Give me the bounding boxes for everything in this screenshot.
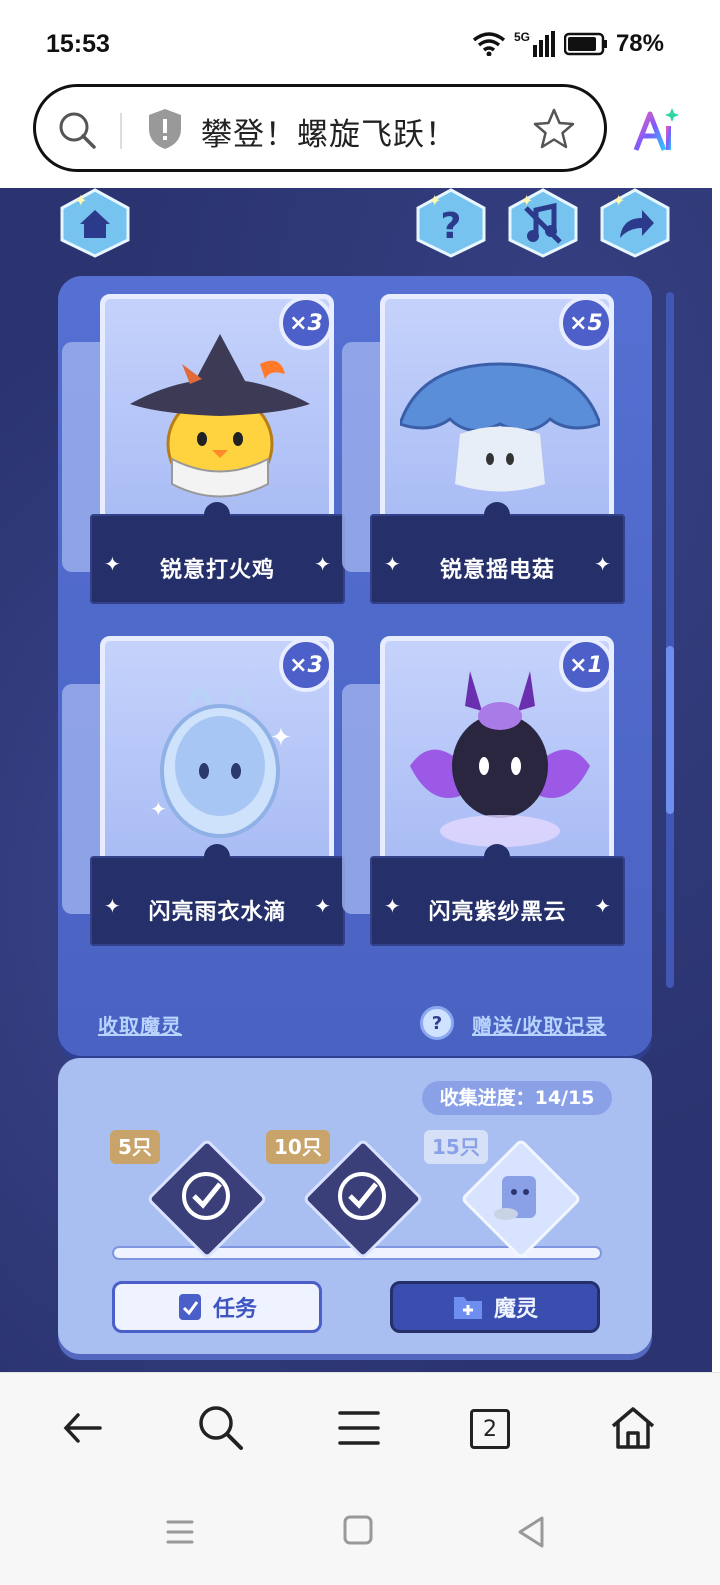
sprite-card[interactable]: ×3 ✦ 锐意打火鸡 ✦ [62,294,345,604]
raincoat-droplet-illustration: ✦ ✦ [150,688,292,838]
card-name: 锐意摇电菇 [439,558,555,583]
wifi-icon [472,32,506,56]
home-square-icon[interactable] [340,1512,380,1552]
receive-sprites-link[interactable]: 收取魔灵 [98,1010,182,1039]
page-title[interactable]: 攀登！螺旋飞跃！ [201,109,457,154]
claimed-check-icon [338,1172,386,1220]
card-label: ✦ 锐意打火鸡 ✦ [90,502,345,604]
folder-add-icon [453,1297,482,1319]
address-bar[interactable]: 攀登！螺旋飞跃！ [33,84,607,172]
battery-icon [563,32,607,56]
card-notch [204,844,230,870]
progress-value: 14/15 [534,1087,595,1109]
count-badge: ×5 [559,296,613,350]
network-label: 5G [513,30,530,44]
gift-record-link[interactable]: 赠送/收取记录 [472,1010,606,1039]
card-label: ✦ 锐意摇电菇 ✦ [370,502,625,604]
progress-label: 收集进度：14/15 [422,1081,612,1115]
star-icon[interactable] [532,107,576,151]
system-nav-bar [0,1482,720,1585]
help-icon[interactable]: ?✦ [414,188,488,258]
card-label: ✦ 闪亮紫纱黑云 ✦ [370,844,625,946]
sprite-card[interactable]: ✦ ✦ ×3 ✦ 闪亮雨衣水滴 ✦ [62,636,345,946]
status-indicators: 5G 78% [472,30,664,58]
sprite-card[interactable]: ×5 ✦ 锐意摇电菇 ✦ [342,294,625,604]
search-icon[interactable] [56,109,98,151]
sprite-button-label: 魔灵 [493,1297,538,1322]
cat-bag-icon [494,1176,536,1220]
card-label: ✦ 闪亮雨衣水滴 ✦ [90,844,345,946]
task-icon [178,1294,201,1320]
card-notch [484,502,510,528]
task-button[interactable]: 任务 [112,1281,322,1333]
card-name: 闪亮雨衣水滴 [148,900,287,925]
svg-text:✦: ✦ [428,191,441,210]
menu-icon[interactable] [334,1403,384,1453]
fire-chick-illustration [130,334,310,498]
back-triangle-icon[interactable] [512,1512,552,1552]
browser-nav-bar: 2 [0,1372,720,1483]
scrollbar-thumb[interactable] [666,646,674,814]
status-bar: 15:53 5G 78% [0,0,720,90]
signal-icon [532,31,555,57]
back-arrow-icon[interactable] [58,1403,108,1453]
sprite-card[interactable]: ×1 ✦ 闪亮紫纱黑云 ✦ [342,636,625,946]
status-time: 15:53 [46,30,110,58]
card-name: 锐意打火鸡 [159,558,275,583]
claimed-check-icon [182,1172,230,1220]
sparkle-icon: ✦ [594,894,611,918]
search-icon[interactable] [196,1403,246,1453]
svg-text:✦: ✦ [612,191,625,210]
share-icon[interactable]: ✦ [598,188,672,258]
sparkle-icon: ✦ [594,552,611,576]
svg-text:✦: ✦ [270,723,292,753]
count-badge: ×3 [279,638,333,692]
milestone-tag: 10只 [266,1130,330,1164]
address-divider [120,113,122,149]
record-help-icon[interactable]: ? [420,1006,454,1040]
home-icon[interactable]: ✦ [58,188,132,258]
sparkle-icon: ✦ [314,552,331,576]
card-notch [204,502,230,528]
battery-percent: 78% [615,30,664,57]
card-notch [484,844,510,870]
milestone-tag: 15只 [424,1130,488,1164]
sprite-button[interactable]: 魔灵 [390,1281,600,1333]
sparkle-icon: ✦ [314,894,331,918]
milestone-reward[interactable]: 10只 [266,1130,424,1260]
home-icon[interactable] [608,1403,658,1453]
count-badge: ×1 [559,638,613,692]
ai-assistant-icon[interactable] [630,106,680,154]
music-off-icon[interactable]: ✦ [506,188,580,258]
game-view: ✦ ? ✦ ✦ ✦ ×3 ✦ 锐意打火鸡 ✦ ×5 ✦ 锐意摇电菇 ✦ ✦ ✦ … [0,188,712,1372]
svg-text:✦: ✦ [74,191,87,210]
milestone-tag: 5只 [110,1130,160,1164]
card-name: 闪亮紫纱黑云 [428,900,567,925]
task-button-label: 任务 [212,1297,257,1322]
card-collection-panel: ×3 ✦ 锐意打火鸡 ✦ ×5 ✦ 锐意摇电菇 ✦ ✦ ✦ ×3 ✦ 闪亮雨衣水… [58,276,652,1056]
shield-icon[interactable] [146,107,184,151]
svg-text:✦: ✦ [150,797,167,821]
tabs-count-button[interactable]: 2 [470,1409,510,1449]
svg-text:?: ? [441,206,462,247]
milestone-reward[interactable]: 5只 [110,1130,268,1260]
svg-text:✦: ✦ [520,191,533,210]
purple-cloud-illustration [410,671,590,847]
milestone-reward[interactable]: 15只 [424,1130,582,1260]
jelly-mushroom-illustration [400,362,600,492]
scrollbar-track[interactable] [666,292,674,988]
recent-apps-icon[interactable] [160,1512,200,1552]
count-badge: ×3 [279,296,333,350]
